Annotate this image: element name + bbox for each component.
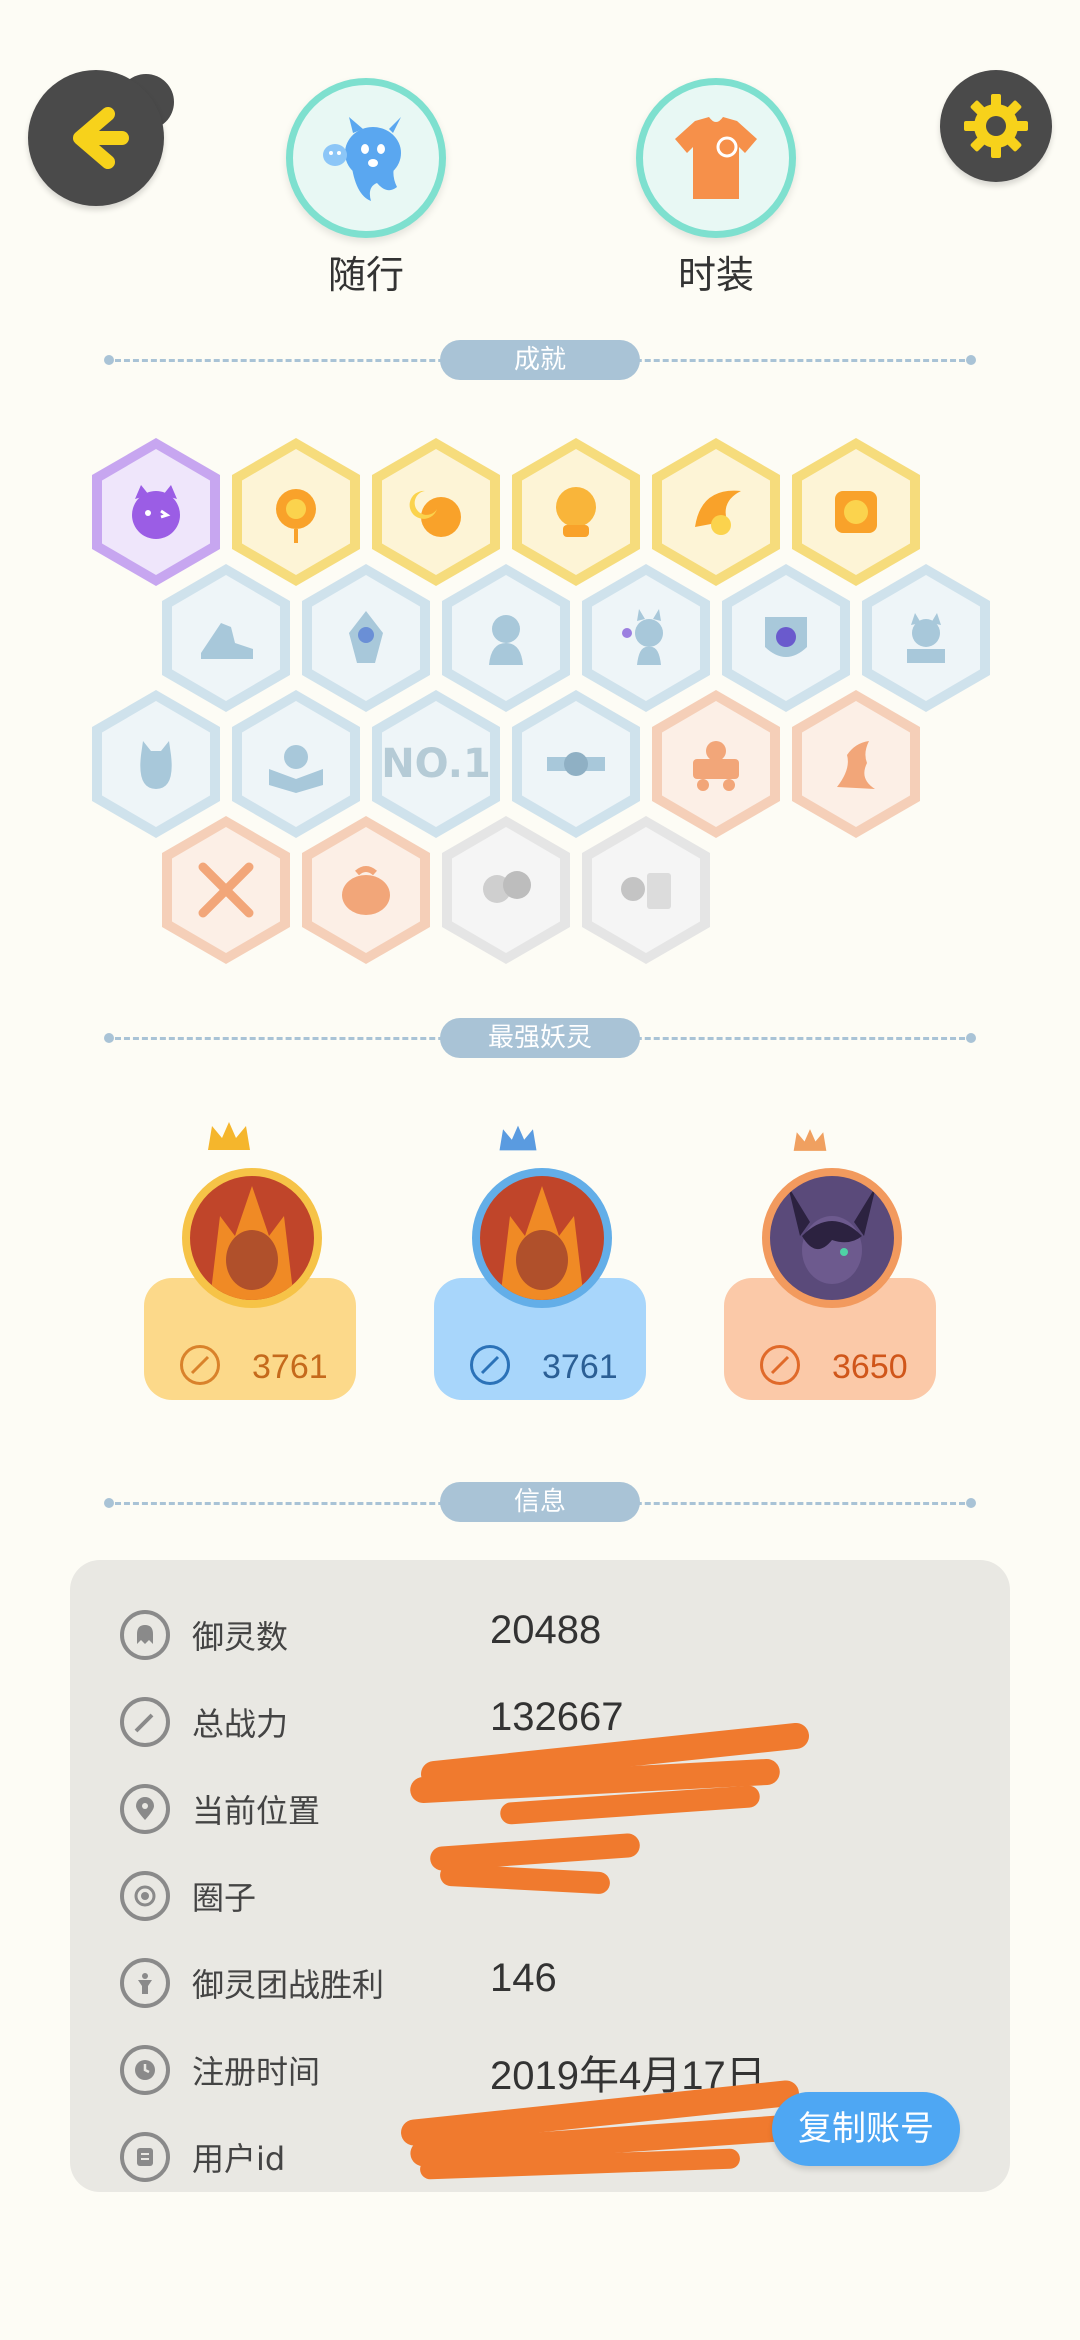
achievement-badge[interactable]	[92, 438, 220, 586]
trophy-icon	[120, 1958, 170, 2008]
info-value: 146	[490, 1956, 557, 2000]
back-button[interactable]	[28, 70, 164, 206]
settings-button[interactable]	[940, 70, 1052, 182]
info-value: 20488	[490, 1608, 602, 1652]
achievement-badge[interactable]	[162, 564, 290, 712]
achievement-badge[interactable]	[582, 564, 710, 712]
achievement-badge[interactable]	[302, 564, 430, 712]
companion-button[interactable]	[286, 78, 446, 238]
yinyang-flame-icon	[695, 490, 741, 535]
sword-icon	[120, 1697, 170, 1747]
achievement-badge[interactable]	[792, 438, 920, 586]
info-label: 用户id	[192, 2140, 286, 2178]
ghost-companion-icon	[323, 117, 401, 201]
achievement-badge[interactable]	[372, 438, 500, 586]
cat-cart-icon	[693, 741, 739, 791]
info-label: 御灵数	[192, 1618, 289, 1656]
location-pin-icon	[120, 1784, 170, 1834]
achievement-badge[interactable]	[512, 690, 640, 838]
sneaker-icon	[201, 623, 253, 659]
copy-account-button[interactable]: 复制账号	[772, 2092, 960, 2166]
champion-avatar	[762, 1168, 902, 1308]
achievement-badge[interactable]	[302, 816, 430, 964]
arrow-left-icon	[73, 107, 129, 169]
sun-icon	[276, 489, 316, 543]
champion-power: 3761	[542, 1348, 618, 1386]
crown-gold-icon	[208, 1122, 250, 1150]
info-row-spirits: 御灵数 20488	[70, 1604, 1010, 1664]
monster-statue-icon	[907, 613, 945, 663]
achievement-badge[interactable]	[442, 564, 570, 712]
info-title: 信息	[440, 1482, 640, 1522]
crossed-swords-icon	[198, 862, 254, 918]
achievement-badge-locked[interactable]	[442, 816, 570, 964]
info-label: 御灵团战胜利	[192, 1966, 385, 2004]
sword-power-icon	[180, 1345, 220, 1385]
sword-power-icon	[760, 1345, 800, 1385]
moon-icon	[409, 490, 461, 537]
tshirt-icon	[675, 117, 757, 199]
ghost-icon	[120, 1610, 170, 1660]
achievements-title: 成就	[440, 340, 640, 380]
info-label: 注册时间	[192, 2053, 321, 2091]
champion-power: 3761	[252, 1348, 328, 1386]
fox-spirit-icon	[622, 609, 663, 665]
cat-silhouette-icon	[140, 741, 172, 789]
info-row-total-power: 总战力 132667	[70, 1691, 1010, 1751]
champion-avatar	[472, 1168, 612, 1308]
companion-label: 随行	[327, 253, 404, 297]
taiji-box-icon	[835, 491, 877, 533]
sword-power-icon	[470, 1345, 510, 1385]
fashion-button[interactable]	[636, 78, 796, 238]
open-book-icon	[269, 745, 323, 793]
info-row-team-wins: 御灵团战胜利 146	[70, 1952, 1010, 2012]
badge-no1-text: NO.1	[381, 741, 491, 787]
shield-badge-icon	[765, 617, 807, 657]
info-value: 132667	[490, 1695, 624, 1739]
champion-power: 3650	[832, 1348, 908, 1386]
achievement-badge[interactable]	[652, 690, 780, 838]
achievement-badge[interactable]	[92, 690, 220, 838]
achievement-badge[interactable]	[162, 816, 290, 964]
belt-medal-icon	[547, 752, 605, 776]
orb-icon	[556, 487, 596, 537]
achievement-badge[interactable]	[792, 690, 920, 838]
info-label: 圈子	[192, 1879, 257, 1917]
achievement-badge[interactable]	[232, 438, 360, 586]
gear-icon	[964, 94, 1028, 158]
devil-face-icon	[132, 485, 180, 539]
fashion-label: 时装	[677, 253, 754, 297]
info-row-register-time: 注册时间 2019年4月17日	[70, 2039, 1010, 2099]
spirit-figure-icon	[489, 615, 523, 665]
clock-icon	[120, 2045, 170, 2095]
achievement-badge-locked[interactable]	[582, 816, 710, 964]
dragon-icon	[837, 741, 875, 789]
info-label: 总战力	[192, 1705, 289, 1743]
strongest-title: 最强妖灵	[440, 1018, 640, 1058]
cat-document-icon	[621, 873, 671, 909]
achievement-badge[interactable]	[652, 438, 780, 586]
champion-avatar	[182, 1168, 322, 1308]
achievement-badge[interactable]	[722, 564, 850, 712]
id-card-icon	[120, 2132, 170, 2182]
achievement-badge[interactable]: NO.1	[372, 690, 500, 838]
two-spirits-icon	[483, 871, 531, 903]
angry-pouch-icon	[342, 866, 390, 915]
achievement-badge[interactable]	[512, 438, 640, 586]
achievement-badge[interactable]	[862, 564, 990, 712]
circle-target-icon	[120, 1871, 170, 1921]
info-label: 当前位置	[192, 1792, 321, 1830]
achievement-badge[interactable]	[232, 690, 360, 838]
crown-bronze-icon	[793, 1129, 827, 1151]
crown-blue-icon	[499, 1125, 537, 1151]
crystal-icon	[349, 611, 383, 663]
